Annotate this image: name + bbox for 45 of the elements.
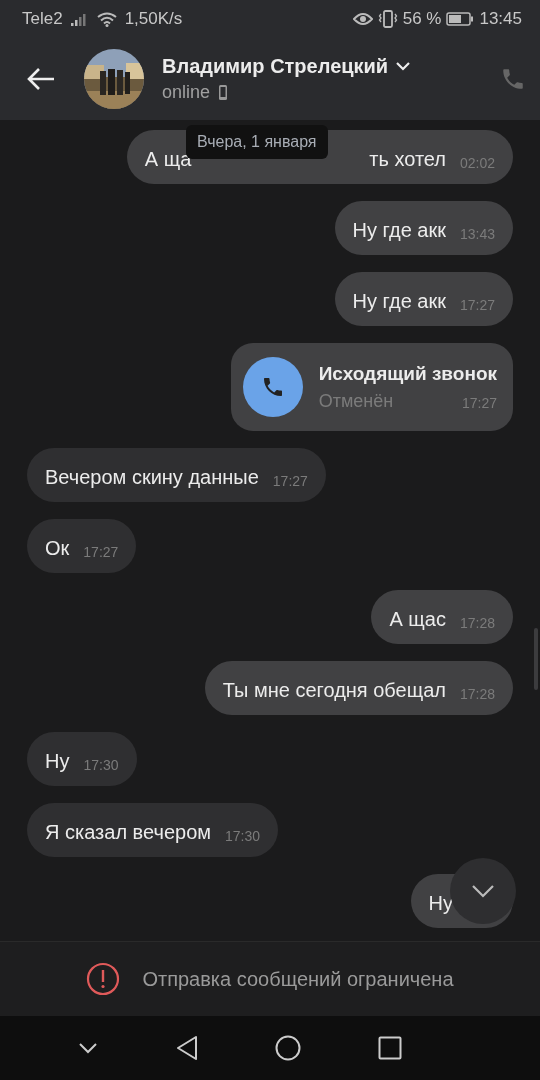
contact-name[interactable]: Владимир Стрелецкий [162,55,389,78]
message-time: 17:30 [83,756,119,774]
message-time: 17:28 [459,685,495,703]
message-text: ть хотел [369,147,446,172]
message-time: 02:02 [459,154,495,172]
message-time: 17:30 [225,827,261,845]
message-text: А щас [389,607,446,632]
home-icon[interactable] [275,1035,302,1061]
mobile-phone-icon [218,84,229,101]
network-speed: 1,50K/s [124,9,183,29]
eye-icon [352,12,373,26]
battery-icon [446,12,475,26]
message-time: 17:27 [83,543,119,561]
phone-icon [242,357,303,417]
warning-icon [86,962,121,996]
phone-call-icon[interactable] [500,66,526,92]
back-icon[interactable] [174,1035,199,1061]
message-text: Ну [45,749,70,774]
chevron-down-icon [471,884,495,898]
message-time: 17:27 [272,472,308,490]
battery-percent: 56 % [402,9,442,29]
message-text: Вечером скину данные [45,465,259,490]
message-text: Ты мне сегодня обещал [222,678,446,703]
message-time: 17:27 [461,393,497,412]
message-time: 17:27 [459,296,495,314]
recents-icon[interactable] [377,1036,402,1060]
message-text: Ок [45,536,70,561]
message-text: Ну где акк [352,289,446,314]
call-status: Отменён [318,390,394,412]
back-arrow-icon[interactable] [26,67,56,91]
message-time: 17:28 [459,614,495,632]
signal-icon [70,12,89,26]
restriction-notice: Отправка сообщений ограничена [142,967,454,991]
scroll-bar [534,628,538,690]
clock-time: 13:45 [479,9,522,29]
message-text: Ну где акк [352,218,446,243]
message-time: 13:43 [459,225,495,243]
message-text: Ну [428,891,453,916]
carrier-name: Tele2 [22,9,63,29]
message-text: Я сказал вечером [45,820,211,845]
wifi-icon [96,11,117,27]
chevron-down-icon[interactable] [78,1042,99,1054]
vibrate-icon [377,10,398,28]
online-status: online [162,82,211,103]
call-title: Исходящий звонок [318,362,497,385]
